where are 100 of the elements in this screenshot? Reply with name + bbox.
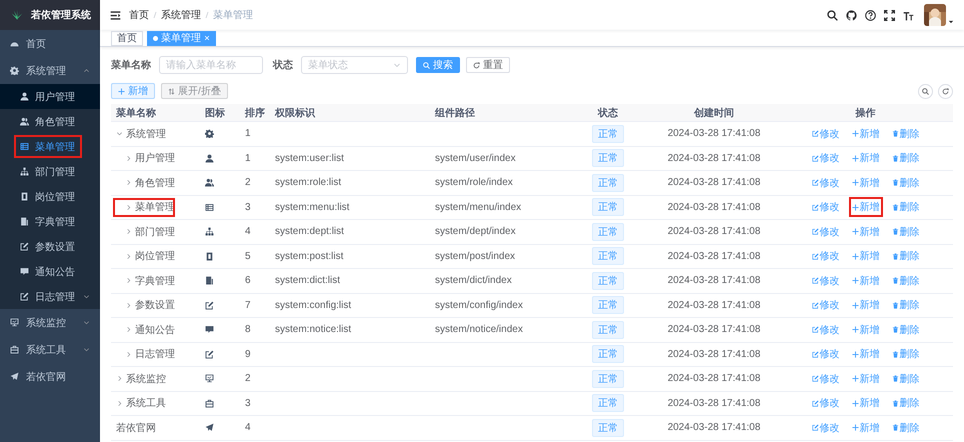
chevron-right-icon[interactable]	[125, 228, 132, 236]
plus-icon	[852, 326, 858, 334]
edit-icon	[812, 204, 818, 211]
input-field[interactable]: 请输入菜单名称	[159, 56, 263, 74]
sidebar-item[interactable]: 用户管理	[0, 84, 100, 109]
status-tag: 正常	[592, 247, 624, 266]
edit-icon	[812, 424, 818, 432]
chevron-right-icon[interactable]	[125, 204, 132, 211]
edit-link[interactable]: 修改	[808, 368, 842, 389]
chevron-down-icon[interactable]	[116, 130, 123, 138]
caret-icon[interactable]	[948, 19, 954, 25]
add-link[interactable]: 新增	[848, 393, 882, 414]
edit-icon	[20, 242, 29, 251]
github-icon[interactable]	[846, 10, 857, 20]
briefcase-icon	[205, 398, 214, 408]
delete-link[interactable]: 删除	[888, 393, 922, 414]
close-icon[interactable]	[204, 35, 210, 41]
edit-link[interactable]: 修改	[808, 270, 842, 291]
chevron-down-icon[interactable]	[83, 293, 90, 300]
tab[interactable]: 首页	[111, 30, 143, 46]
delete-link[interactable]: 删除	[888, 418, 922, 438]
edit-link[interactable]: 修改	[808, 124, 842, 144]
sidebar-item[interactable]: 系统管理	[0, 57, 100, 84]
edit-icon	[812, 252, 818, 260]
edit-link[interactable]: 修改	[808, 246, 842, 266]
fullscreen-icon[interactable]	[884, 10, 895, 20]
chevron-right-icon[interactable]	[125, 154, 132, 162]
delete-link[interactable]: 删除	[888, 320, 922, 340]
delete-link[interactable]: 删除	[888, 172, 922, 193]
chevron-down-icon[interactable]	[83, 346, 90, 353]
edit-icon	[812, 130, 818, 138]
add-link[interactable]: 新增	[848, 295, 882, 316]
breadcrumb-link[interactable]: 首页	[129, 8, 149, 22]
add-button[interactable]: 新增	[111, 83, 155, 99]
chevron-right-icon[interactable]	[116, 400, 123, 407]
edit-link[interactable]: 修改	[808, 320, 842, 340]
chevron-right-icon[interactable]	[125, 277, 132, 284]
add-link[interactable]: 新增	[848, 320, 882, 340]
edit-link[interactable]: 修改	[808, 197, 842, 218]
column-header: 权限标识	[274, 106, 316, 120]
table-cell-text: 3	[244, 396, 252, 411]
delete-link[interactable]: 删除	[888, 368, 922, 389]
delete-link[interactable]: 删除	[888, 124, 922, 144]
chevron-right-icon[interactable]	[116, 375, 123, 382]
delete-link[interactable]: 删除	[888, 270, 922, 291]
search-toggle-button[interactable]	[918, 84, 933, 98]
chevron-right-icon[interactable]	[125, 350, 132, 358]
add-link[interactable]: 新增	[848, 246, 882, 266]
add-link[interactable]: 新增	[848, 344, 882, 364]
add-link[interactable]: 新增	[848, 172, 882, 193]
sidebar-item[interactable]: 首页	[0, 30, 100, 57]
chevron-right-icon[interactable]	[125, 252, 132, 260]
chevron-right-icon[interactable]	[125, 302, 132, 309]
menu-icon[interactable]	[110, 10, 121, 20]
table-cell: system/dict/index	[435, 275, 512, 286]
sidebar-item[interactable]: 系统监控	[0, 309, 100, 336]
add-link[interactable]: 新增	[848, 368, 882, 389]
table-cell: system/config/index	[435, 300, 523, 311]
delete-link[interactable]: 删除	[888, 197, 922, 218]
tab[interactable]: 菜单管理	[147, 30, 216, 46]
expand-collapse-button[interactable]: 展开/折叠	[161, 83, 228, 99]
reset-button[interactable]: 重置	[466, 57, 510, 73]
edit-icon	[812, 400, 818, 407]
refresh-button[interactable]	[938, 84, 953, 98]
select-field[interactable]: 菜单状态	[301, 56, 408, 74]
chevron-down-icon[interactable]	[83, 319, 90, 326]
sidebar-item[interactable]: 若依官网	[0, 363, 100, 390]
edit-link[interactable]: 修改	[808, 393, 842, 414]
table-cell-text: 3	[244, 200, 252, 215]
table-cell-text: 2024-03-28 17:41:08	[666, 298, 762, 313]
edit-link[interactable]: 修改	[808, 344, 842, 364]
delete-link[interactable]: 删除	[888, 246, 922, 266]
edit-link[interactable]: 修改	[808, 295, 842, 316]
trash-icon	[892, 326, 898, 334]
add-link[interactable]: 新增	[848, 418, 882, 438]
help-icon[interactable]	[865, 10, 876, 20]
edit-link[interactable]: 修改	[808, 222, 842, 242]
menu-name: 系统工具	[126, 396, 166, 410]
delete-link[interactable]: 删除	[888, 148, 922, 168]
search-icon[interactable]	[827, 10, 838, 20]
font-size-icon[interactable]	[903, 10, 914, 20]
chevron-right-icon[interactable]	[125, 326, 132, 334]
add-link[interactable]: 新增	[848, 124, 882, 144]
plus-icon	[852, 252, 858, 260]
delete-link[interactable]: 删除	[888, 344, 922, 364]
add-link[interactable]: 新增	[848, 222, 882, 242]
breadcrumb-link[interactable]: 系统管理	[161, 8, 201, 22]
add-link[interactable]: 新增	[848, 197, 882, 218]
chevron-up-icon[interactable]	[83, 67, 90, 74]
edit-link[interactable]: 修改	[808, 172, 842, 193]
delete-link[interactable]: 删除	[888, 222, 922, 242]
chevron-right-icon[interactable]	[125, 179, 132, 186]
add-link[interactable]: 新增	[848, 270, 882, 291]
edit-link[interactable]: 修改	[808, 418, 842, 438]
add-link[interactable]: 新增	[848, 148, 882, 168]
delete-link[interactable]: 删除	[888, 295, 922, 316]
edit-link[interactable]: 修改	[808, 148, 842, 168]
sidebar-item[interactable]: 系统工具	[0, 336, 100, 363]
separator-icon	[151, 11, 159, 19]
search-button[interactable]: 搜索	[416, 57, 460, 73]
